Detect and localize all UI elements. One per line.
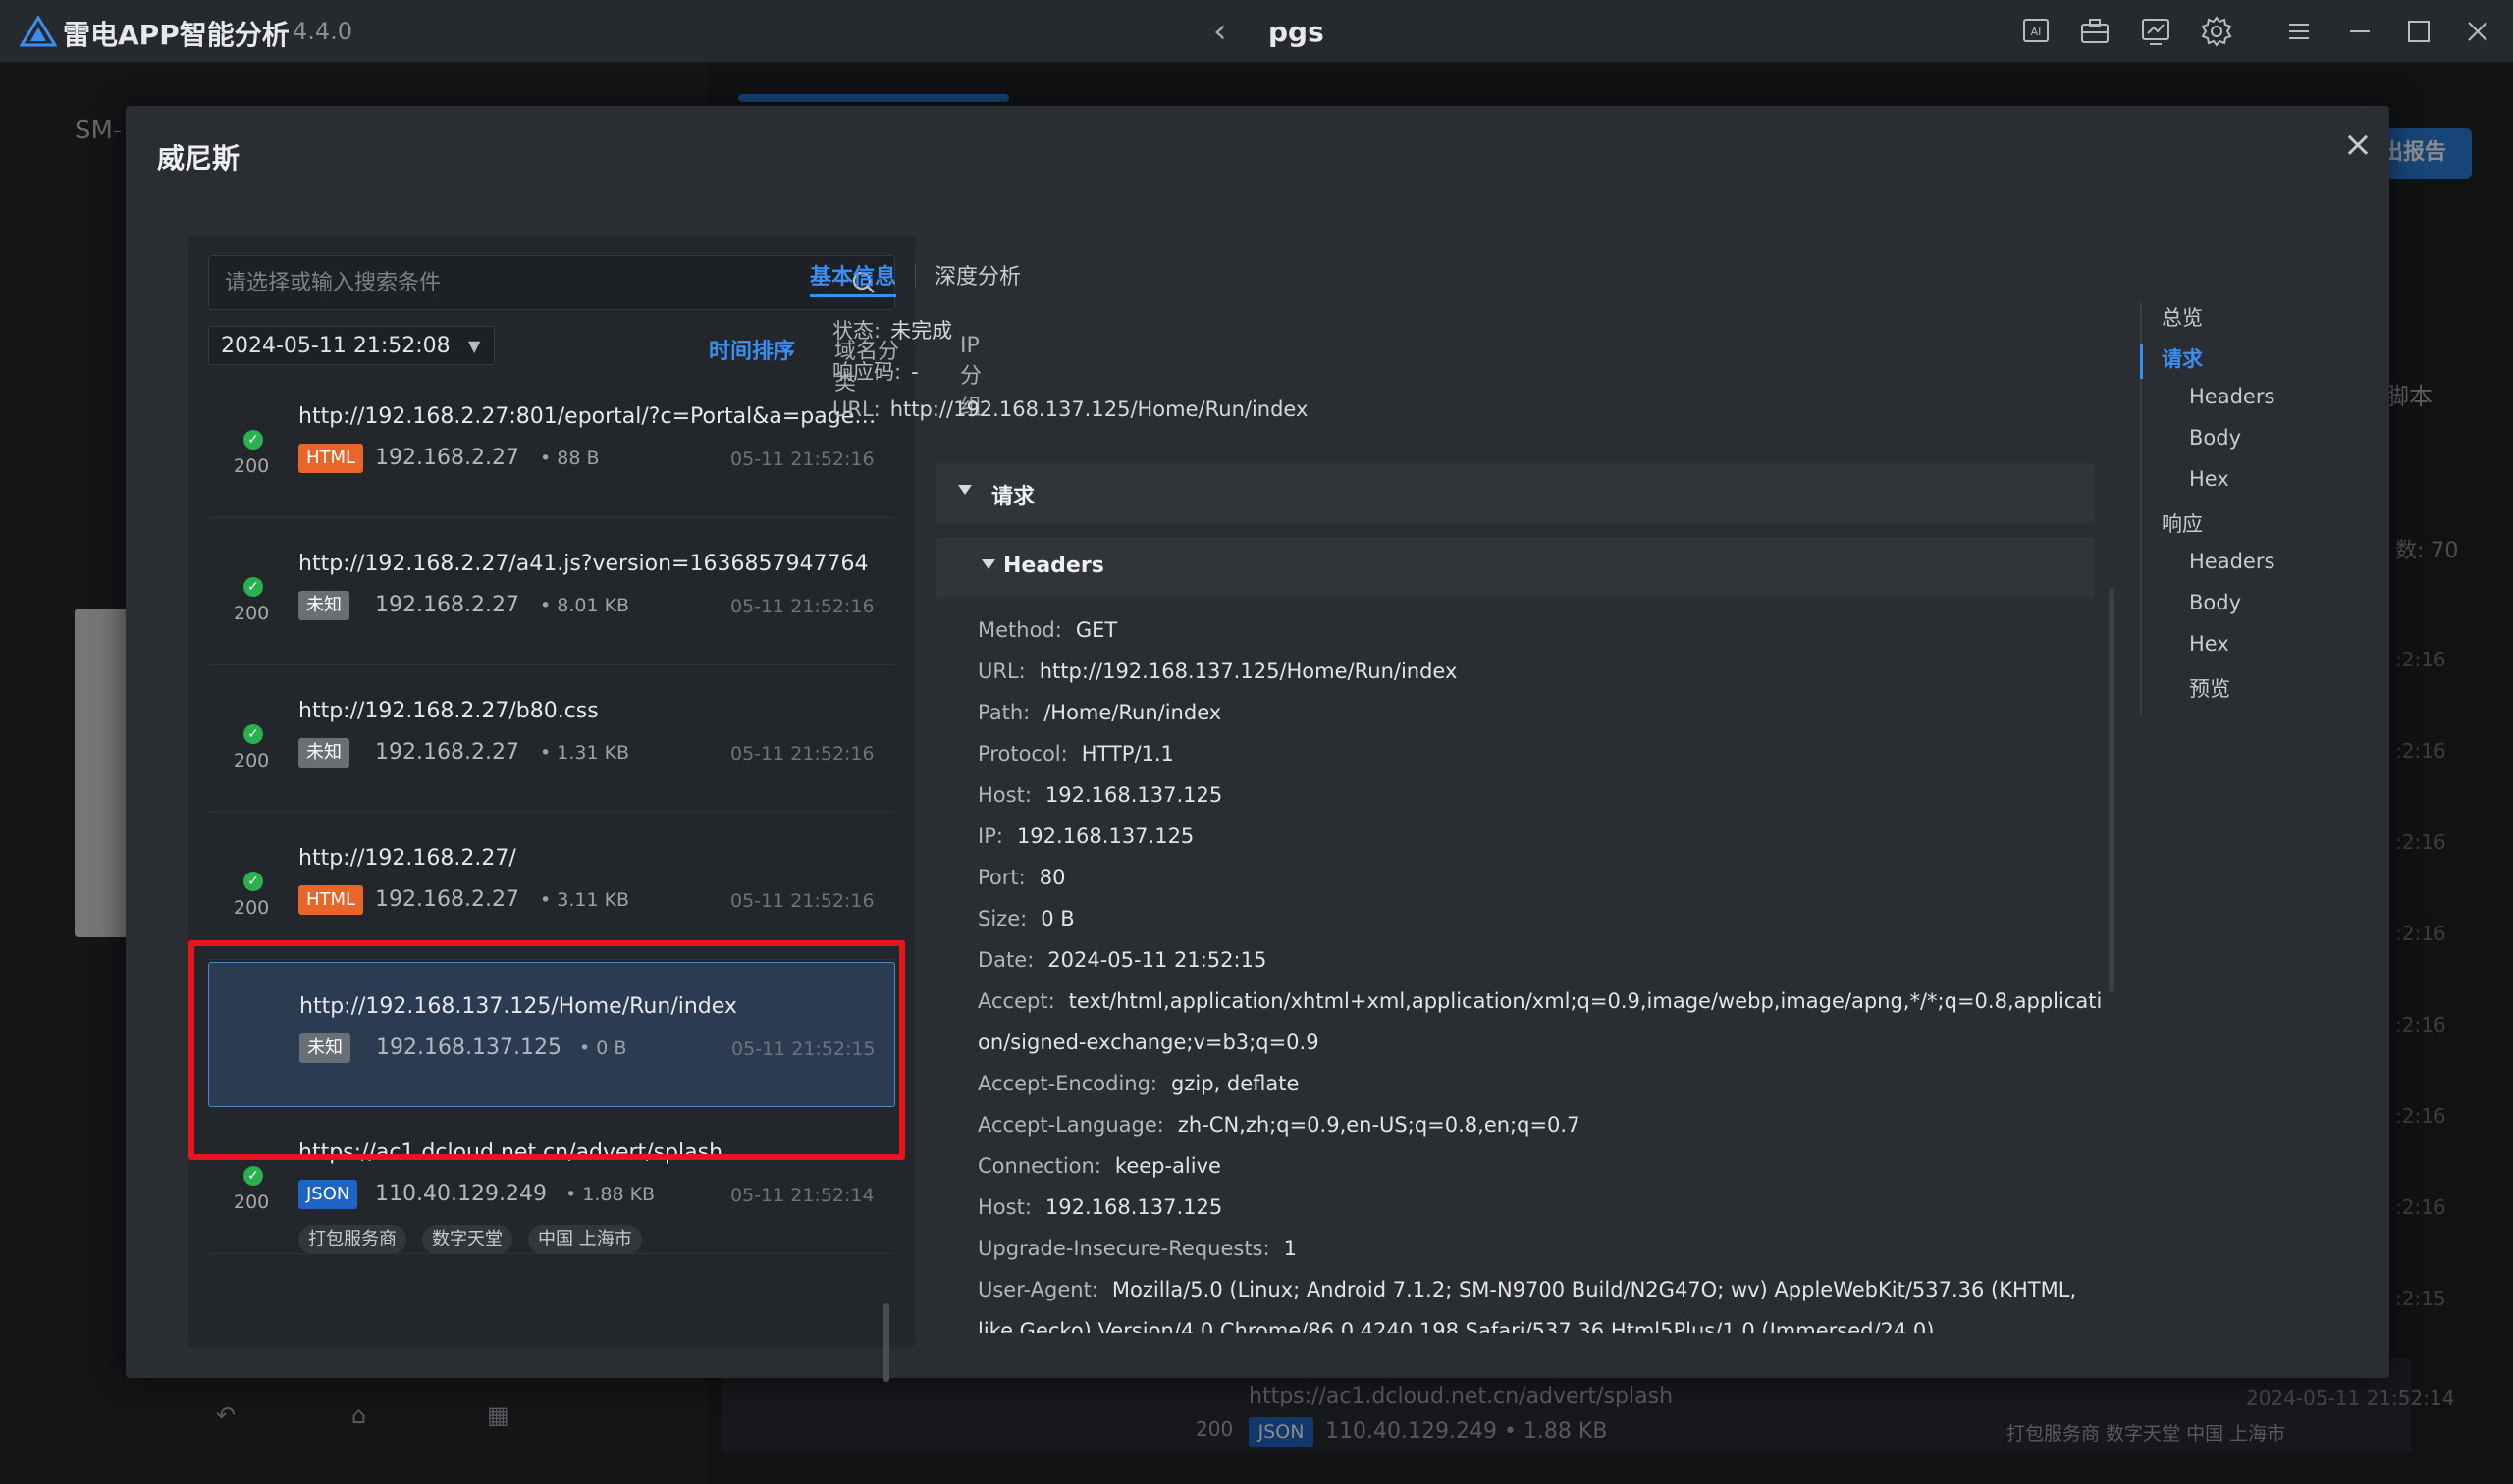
outline-item[interactable]: Headers <box>2189 550 2274 573</box>
header-line: Method: GET <box>978 618 1117 642</box>
header-value: 192.168.137.125 <box>1044 1195 1223 1219</box>
header-value: text/html,application/xhtml+xml,applicat… <box>1068 989 2103 1013</box>
svg-text:AI: AI <box>2031 26 2042 38</box>
header-value: GET <box>1075 618 1118 642</box>
header-key: IP: <box>978 824 1003 848</box>
maximize-icon[interactable] <box>2401 14 2436 49</box>
minimize-icon[interactable] <box>2342 14 2378 49</box>
header-key: Accept-Language: <box>978 1113 1164 1137</box>
monitor-icon[interactable] <box>2138 14 2173 49</box>
header-line: like Gecko) Version/4.0 Chrome/86.0.4240… <box>978 1319 1934 1333</box>
header-line: on/signed-exchange;v=b3;q=0.9 <box>978 1031 1319 1054</box>
outline-item[interactable]: 请求 <box>2162 344 2203 373</box>
modal-close-icon[interactable]: × <box>2338 126 2378 165</box>
outline-item[interactable]: 响应 <box>2162 508 2203 538</box>
app-logo-icon <box>19 15 58 47</box>
request-detail-modal: 威尼斯 × 2024-05-11 21:52:08 ▼ 时间排序 域名分类 IP… <box>126 106 2389 1382</box>
outline-active-marker <box>2140 344 2143 379</box>
header-line: Accept-Language: zh-CN,zh;q=0.9,en-US;q=0… <box>978 1113 1579 1137</box>
header-key: Host: <box>978 1195 1032 1219</box>
header-line: Port: 80 <box>978 866 1065 889</box>
header-key: Method: <box>978 618 1062 642</box>
header-value: gzip, deflate <box>1171 1072 1300 1095</box>
outline-item[interactable]: 预览 <box>2189 673 2230 703</box>
header-key: Host: <box>978 783 1032 807</box>
header-line: Protocol: HTTP/1.1 <box>978 742 1174 766</box>
header-line: Connection: keep-alive <box>978 1154 1221 1178</box>
header-value: on/signed-exchange;v=b3;q=0.9 <box>978 1031 1319 1054</box>
detail-scrollbar[interactable] <box>2109 587 2114 993</box>
header-line: Date: 2024-05-11 21:52:15 <box>978 948 1266 972</box>
header-value: 80 <box>1039 866 1066 889</box>
header-line: URL: http://192.168.137.125/Home/Run/inde… <box>978 660 1457 683</box>
outline-item[interactable]: 总览 <box>2162 302 2203 332</box>
header-line: Accept: text/html,application/xhtml+xml,a… <box>978 989 2102 1013</box>
header-line: Host: 192.168.137.125 <box>978 783 1222 807</box>
ai-icon[interactable]: AI <box>2018 14 2054 49</box>
header-key: Date: <box>978 948 1035 972</box>
header-value: 2024-05-11 21:52:15 <box>1047 948 1267 972</box>
header-key: Accept: <box>978 989 1055 1013</box>
header-line: Accept-Encoding: gzip, deflate <box>978 1072 1299 1095</box>
selected-request-highlight <box>188 940 905 1160</box>
header-key: Path: <box>978 701 1031 724</box>
header-value: 0 B <box>1041 907 1075 930</box>
header-key: User-Agent: <box>978 1278 1098 1301</box>
header-line: Path: /Home/Run/index <box>978 701 1221 724</box>
header-value: keep-alive <box>1114 1154 1221 1178</box>
header-key: Size: <box>978 907 1028 930</box>
outline-item[interactable]: Hex <box>2189 632 2229 656</box>
gear-icon[interactable] <box>2199 14 2234 49</box>
header-key: Upgrade-Insecure-Requests: <box>978 1237 1270 1260</box>
header-key: Connection: <box>978 1154 1101 1178</box>
app-title: 雷电APP智能分析 <box>63 19 290 51</box>
close-window-icon[interactable] <box>2460 14 2495 49</box>
header-key: Port: <box>978 866 1026 889</box>
header-key: Protocol: <box>978 742 1068 766</box>
header-value: http://192.168.137.125/Home/Run/index <box>1039 660 1458 683</box>
header-key: Accept-Encoding: <box>978 1072 1158 1095</box>
title-bar: 雷电APP智能分析 4.4.0 ‹ pgs AI <box>0 0 2513 63</box>
header-value: HTTP/1.1 <box>1081 742 1174 766</box>
header-value: /Home/Run/index <box>1043 701 1222 724</box>
app-version: 4.4.0 <box>293 18 353 45</box>
header-value: 192.168.137.125 <box>1016 824 1195 848</box>
header-line: IP: 192.168.137.125 <box>978 824 1194 848</box>
window-title: pgs <box>1268 16 1324 48</box>
header-value: 192.168.137.125 <box>1044 783 1223 807</box>
header-value: zh-CN,zh;q=0.9,en-US;q=0.8,en;q=0.7 <box>1177 1113 1580 1137</box>
header-value: 1 <box>1283 1237 1297 1260</box>
header-line: Upgrade-Insecure-Requests: 1 <box>978 1237 1297 1260</box>
menu-icon[interactable] <box>2281 14 2317 49</box>
header-key: URL: <box>978 660 1026 683</box>
header-line: User-Agent: Mozilla/5.0 (Linux; Android 7… <box>978 1278 2076 1301</box>
header-line: Size: 0 B <box>978 907 1075 930</box>
outline-nav: 总览请求 Headers Body Hex 响应 Headers Body Hex 预览 <box>2140 302 2356 715</box>
outline-item[interactable]: Hex <box>2189 467 2229 491</box>
outline-item[interactable]: Body <box>2189 426 2241 450</box>
header-value: like Gecko) Version/4.0 Chrome/86.0.4240… <box>978 1319 1935 1333</box>
header-value: Mozilla/5.0 (Linux; Android 7.1.2; SM-N9… <box>1111 1278 2077 1301</box>
back-chevron-icon[interactable]: ‹ <box>1213 12 1227 51</box>
outline-item[interactable]: Body <box>2189 591 2241 614</box>
header-line: Host: 192.168.137.125 <box>978 1195 1222 1219</box>
outline-item[interactable]: Headers <box>2189 385 2274 408</box>
toolbox-icon[interactable] <box>2077 14 2112 49</box>
